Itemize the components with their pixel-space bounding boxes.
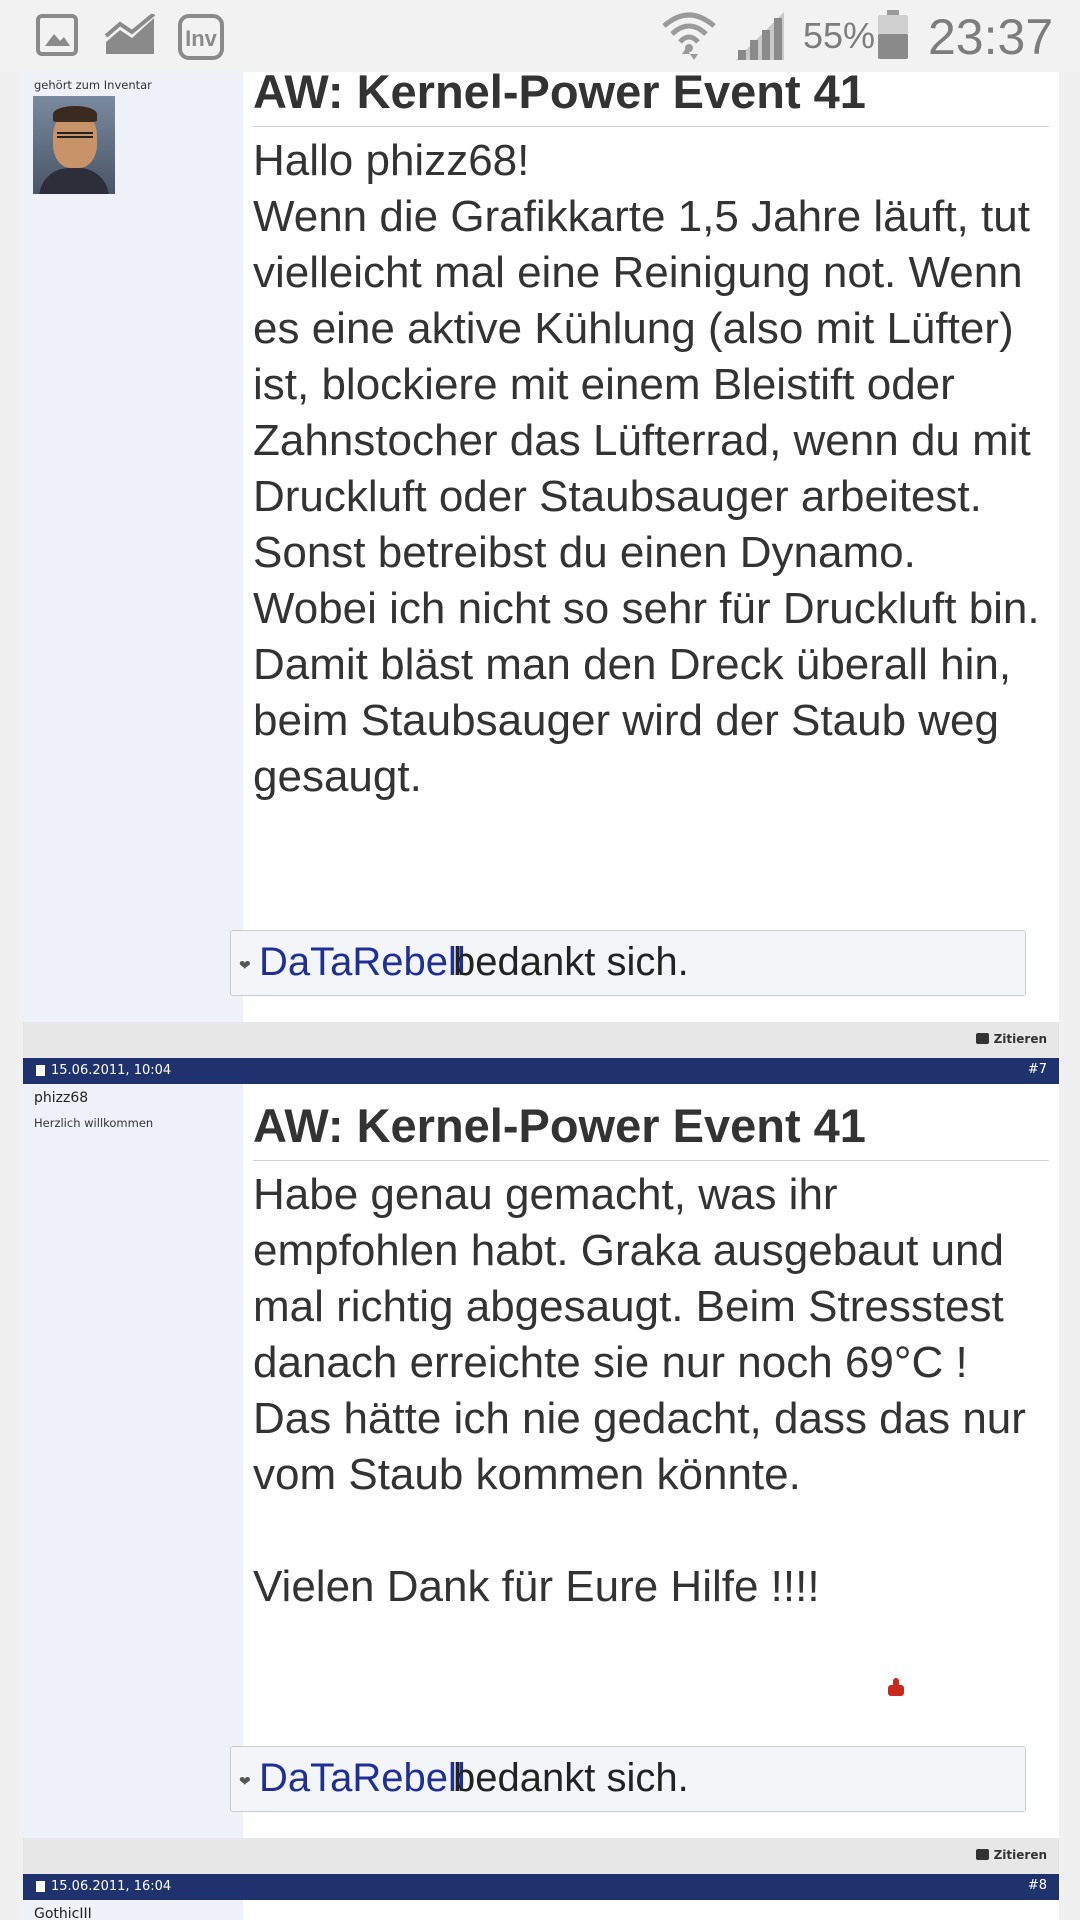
post-header: 15.06.2011, 16:04 #8 [23, 1874, 1059, 1900]
post-user-info: GothicIII [23, 1900, 243, 1920]
user-rank: gehört zum Inventar [34, 78, 152, 92]
post-footer: Zitieren [23, 1022, 1059, 1058]
thanks-user-link[interactable]: DaTaRebell [259, 1756, 466, 1801]
post-user-info: gehört zum Inventar [23, 72, 243, 1022]
username-link[interactable]: GothicIII [34, 1906, 92, 1920]
quote-button[interactable]: Zitieren [975, 1032, 1047, 1046]
quote-button[interactable]: Zitieren [975, 1848, 1047, 1862]
post-title: AW: Kernel-Power Event 41 [253, 1098, 1049, 1161]
status-bar: Inv 55% 23:37 [0, 0, 1080, 72]
battery-icon [878, 10, 908, 59]
svg-text:Inv: Inv [185, 26, 218, 51]
heart-icon: ❤ [239, 1773, 251, 1789]
quote-label: Zitieren [993, 1032, 1047, 1046]
user-rank: Herzlich willkommen [34, 1116, 154, 1130]
heart-icon: ❤ [239, 957, 251, 973]
thumbs-up-smiley-icon [888, 1678, 904, 1696]
post-footer: Zitieren [23, 1838, 1059, 1874]
post-user-info: phizz68 Herzlich willkommen [23, 1084, 243, 1848]
stock-chart-notification-icon [104, 14, 156, 54]
inv-app-notification-icon: Inv [178, 14, 224, 60]
post-number-link[interactable]: #8 [1028, 1878, 1047, 1893]
clock: 23:37 [928, 9, 1054, 65]
post-icon [36, 1065, 45, 1076]
wifi-icon [662, 12, 716, 60]
post-body: Habe genau gemacht, was ihr empfohlen ha… [253, 1170, 1026, 1611]
post-date: 15.06.2011, 16:04 [51, 1879, 172, 1894]
forum-post: gehört zum Inventar AW: Kernel-Power Eve… [23, 72, 1059, 1022]
username-link[interactable]: phizz68 [34, 1090, 88, 1106]
quote-label: Zitieren [993, 1848, 1047, 1862]
thanks-text: bedankt sich. [453, 1756, 689, 1800]
thanks-user-link[interactable]: DaTaRebell [259, 940, 466, 985]
user-avatar[interactable] [33, 96, 115, 194]
forum-post: phizz68 Herzlich willkommen AW: Kernel-P… [23, 1084, 1059, 1848]
quote-icon [975, 1849, 989, 1860]
post-header: 15.06.2011, 10:04 #7 [23, 1058, 1059, 1084]
quote-icon [975, 1033, 989, 1044]
post-number-link[interactable]: #7 [1028, 1062, 1047, 1077]
post-date: 15.06.2011, 10:04 [51, 1063, 172, 1078]
post-content: AW: Kernel-Power Event 41 Habe genau gem… [253, 1098, 1049, 1615]
forum-post: GothicIII [23, 1900, 1059, 1920]
forum-thread-page: gehört zum Inventar AW: Kernel-Power Eve… [0, 72, 1080, 1920]
thanks-box: ❤ DaTaRebell bedankt sich. [230, 930, 1026, 996]
post-content: AW: Kernel-Power Event 41 Hallo phizz68!… [253, 72, 1049, 805]
post-title: AW: Kernel-Power Event 41 [253, 72, 1049, 127]
gallery-notification-icon [36, 14, 78, 56]
thanks-text: bedankt sich. [453, 940, 689, 984]
post-icon [36, 1881, 45, 1892]
thanks-box: ❤ DaTaRebell bedankt sich. [230, 1746, 1026, 1812]
post-body: Hallo phizz68! Wenn die Grafikkarte 1,5 … [253, 136, 1040, 801]
signal-icon [736, 12, 784, 60]
battery-percent: 55% [803, 15, 876, 56]
